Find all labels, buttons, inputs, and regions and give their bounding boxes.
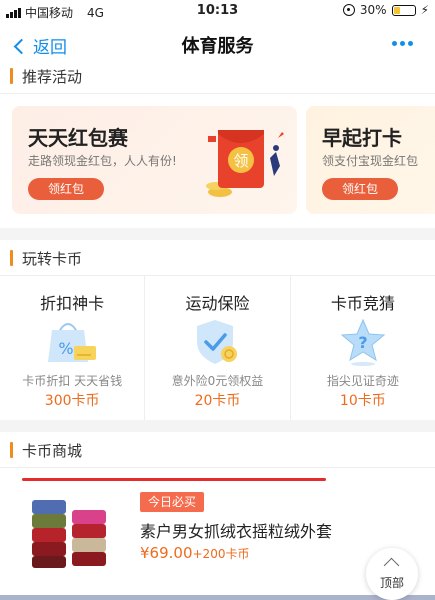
charging-icon: ⚡	[420, 3, 429, 17]
coin-item-price: 10卡币	[339, 393, 386, 409]
battery-icon	[391, 4, 416, 16]
insurance-shield-icon	[197, 320, 238, 364]
page-title: 体育服务	[181, 36, 254, 57]
envelope-label: 领	[233, 152, 248, 170]
price-value: ¥69.00	[140, 544, 193, 562]
section-accent-bar	[10, 68, 13, 84]
more-options-button[interactable]	[392, 41, 413, 46]
section-title-recommend: 推荐活动	[22, 68, 83, 86]
bottom-strip	[0, 595, 435, 600]
coin-item-insurance[interactable]: 运动保险 意外险0元领权益 20卡币	[145, 276, 291, 420]
promo-title: 早起打卡	[322, 126, 402, 150]
coin-item-desc: 指尖见证奇迹	[326, 374, 399, 388]
divider-line	[22, 478, 326, 481]
product-image	[32, 500, 106, 568]
section-accent-bar	[10, 250, 13, 266]
coin-item-price: 20卡币	[194, 393, 241, 409]
get-red-packet-button[interactable]: 领红包	[28, 178, 104, 200]
discount-card-icon: %	[48, 323, 97, 362]
promo-card-red-packet[interactable]: 天天红包赛 走路领现金红包，人人有份! 领红包 领	[12, 106, 297, 214]
section-header-mall: 卡币商城	[0, 432, 435, 468]
red-envelope-icon: 领	[206, 130, 284, 197]
get-red-packet-button[interactable]: 领红包	[322, 178, 398, 200]
svg-text:?: ?	[358, 333, 367, 352]
section-title-mall: 卡币商城	[22, 442, 83, 460]
promo-title: 天天红包赛	[28, 126, 128, 150]
today-must-buy-badge: 今日必买	[140, 492, 205, 512]
coin-item-desc: 意外险0元领权益	[171, 374, 264, 388]
promo-subtitle: 领支付宝现金红包	[322, 154, 419, 168]
orientation-lock-icon	[342, 4, 355, 16]
status-right: 30% ⚡	[342, 3, 429, 17]
coin-item-guess[interactable]: 卡币竞猜 ? 指尖见证奇迹 10卡币	[291, 276, 435, 420]
section-header-coins: 玩转卡币	[0, 240, 435, 276]
status-bar: 中国移动 4G 10:13 30% ⚡	[0, 0, 435, 22]
battery-percent: 30%	[359, 3, 387, 17]
coin-item-desc: 卡币折扣 天天省钱	[22, 374, 123, 388]
section-accent-bar	[10, 442, 13, 458]
section-header-recommend: 推荐活动	[0, 58, 435, 94]
coin-item-discount-card[interactable]: 折扣神卡 % 卡币折扣 天天省钱 300卡币	[0, 276, 146, 420]
section-title-coins: 玩转卡币	[22, 250, 83, 268]
promo-subtitle: 走路领现金红包，人人有份!	[28, 154, 177, 168]
promo-card-early-checkin[interactable]: 早起打卡 领支付宝现金红包 领红包	[306, 106, 435, 214]
svg-text:%: %	[59, 339, 74, 358]
coin-item-title: 运动保险	[185, 294, 250, 313]
price-points: +200卡币	[192, 547, 250, 561]
product-price: ¥69.00+200卡币	[140, 544, 249, 562]
chevron-up-icon	[383, 557, 400, 574]
coin-item-title: 折扣神卡	[40, 294, 105, 313]
coin-item-price: 300卡币	[44, 393, 100, 409]
question-star-icon: ?	[340, 318, 386, 366]
back-to-top-label: 顶部	[379, 576, 404, 590]
product-name: 素户男女抓绒衣摇粒绒外套	[140, 522, 333, 541]
promo-carousel[interactable]: 天天红包赛 走路领现金红包，人人有份! 领红包 领 早起打卡 领支付宝现金红包 …	[0, 94, 435, 228]
back-to-top-button[interactable]: 顶部	[366, 548, 418, 600]
coin-grid: 折扣神卡 % 卡币折扣 天天省钱 300卡币 运动保险 意外险0元领权益 20卡…	[0, 276, 435, 420]
coin-item-title: 卡币竞猜	[330, 294, 395, 313]
